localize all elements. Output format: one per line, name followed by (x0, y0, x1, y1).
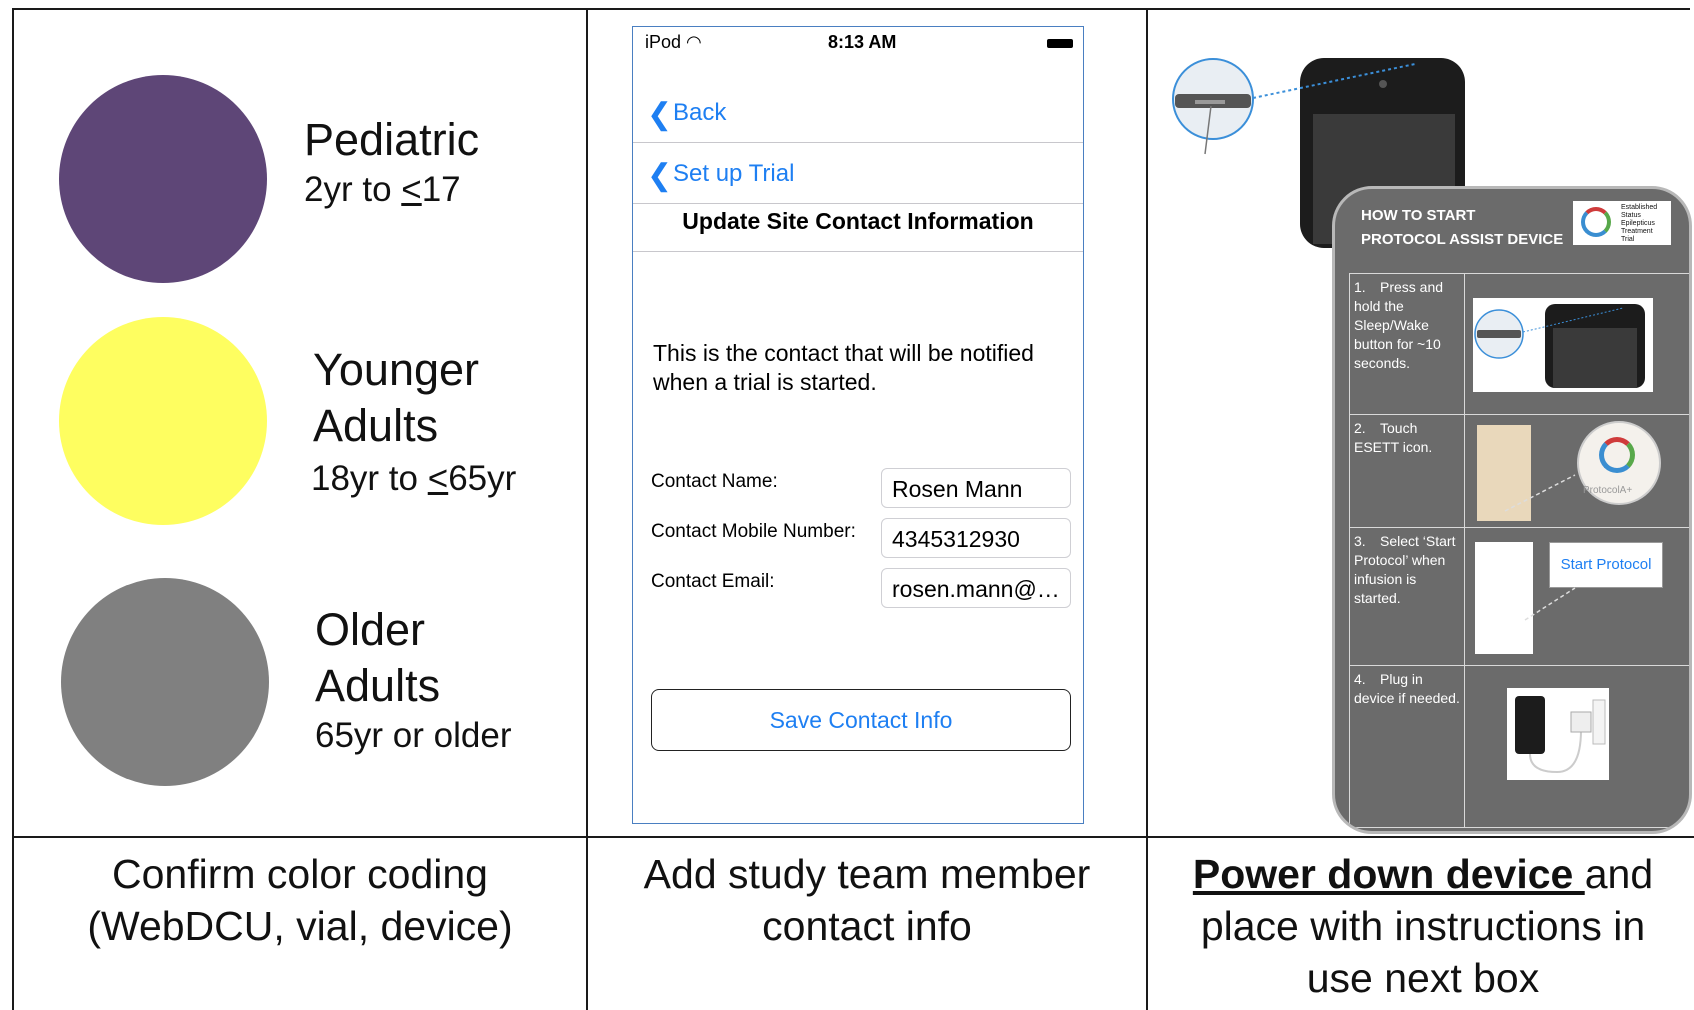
phone-screen: iPod ◠ 8:13 AM ❮ Back ❮ Set up Trial Upd… (632, 26, 1084, 824)
chevron-left-icon: ❮ (647, 98, 673, 131)
contact-email-label: Contact Email: (651, 571, 775, 592)
younger-adults-color-circle (59, 317, 267, 525)
carrier-label: iPod ◠ (645, 32, 702, 52)
caption-contact-info: Add study team member contact info (643, 851, 1091, 949)
esett-app-icon: ProtocolA+ (1577, 421, 1661, 505)
charger-diagram (1507, 688, 1609, 780)
card-title-line2: PROTOCOL ASSIST DEVICE (1361, 231, 1564, 248)
step-3-text: 3. Select ‘Start Protocol’ when infusion … (1349, 527, 1465, 666)
status-bar: iPod ◠ 8:13 AM (633, 27, 1083, 57)
sleep-button-diagram (1473, 298, 1653, 392)
step-2-image: ProtocolA+ (1464, 414, 1689, 528)
status-time: 8:13 AM (828, 32, 897, 52)
contact-name-label: Contact Name: (651, 471, 778, 492)
contact-name-field[interactable]: Rosen Mann (881, 468, 1071, 508)
step-4-image (1464, 665, 1689, 828)
esett-logo-icon (1581, 207, 1611, 237)
caption-power-down: Power down device and place with instruc… (1192, 851, 1654, 1001)
back-nav[interactable]: ❮ Back (633, 82, 1083, 143)
contact-mobile-field[interactable]: 4345312930 (881, 518, 1071, 558)
page-title: Update Site Contact Information (633, 191, 1083, 252)
older-adults-label: Older Adults (315, 604, 441, 711)
step-row: 2. Touch ESETT icon. ProtocolA+ (1349, 414, 1689, 528)
younger-adults-label: Younger Adults (313, 344, 480, 451)
wifi-icon: ◠ (686, 32, 702, 52)
step-row: 4. Plug in device if needed. (1349, 665, 1689, 828)
contact-mobile-label: Contact Mobile Number: (651, 521, 856, 542)
card-title-line1: HOW TO START (1361, 207, 1476, 224)
step-1-image (1464, 273, 1689, 415)
step-3-image: Start Protocol (1464, 527, 1689, 666)
pediatric-color-circle (59, 75, 267, 283)
column-divider-2 (1146, 8, 1148, 1010)
esett-logo: Established Status Epilepticus Treatment Tri… (1573, 201, 1671, 245)
esett-logo-text: Established Status Epilepticus Treatment Tri… (1621, 204, 1658, 243)
pediatric-range: 2yr to <17 (304, 170, 461, 209)
ipod-camera (1379, 80, 1387, 88)
caption-color-coding: Confirm color coding (WebDCU, vial, devi… (87, 851, 513, 949)
contact-note: This is the contact that will be notifie… (653, 340, 1034, 395)
battery-icon (1047, 39, 1073, 48)
younger-adults-range: 18yr to <65yr (311, 459, 517, 498)
step-1-text: 1. Press and hold the Sleep/Wake button f… (1349, 273, 1465, 415)
setup-trial-button[interactable]: Set up Trial (673, 160, 794, 188)
step-row: 1. Press and hold the Sleep/Wake button f… (1349, 273, 1689, 415)
contact-email-field[interactable]: rosen.mann@… (881, 568, 1071, 608)
save-contact-button[interactable]: Save Contact Info (651, 689, 1071, 751)
older-adults-range: 65yr or older (315, 716, 512, 755)
row-divider (12, 836, 1694, 838)
step-4-text: 4. Plug in device if needed. (1349, 665, 1465, 828)
steps-table: 1. Press and hold the Sleep/Wake button f… (1349, 273, 1689, 828)
column-divider-1 (586, 8, 588, 1010)
step-row: 3. Select ‘Start Protocol’ when infusion … (1349, 527, 1689, 666)
pediatric-label: Pediatric (304, 114, 480, 165)
back-button[interactable]: Back (673, 99, 726, 127)
older-adults-color-circle (61, 578, 269, 786)
step-2-text: 2. Touch ESETT icon. (1349, 414, 1465, 528)
instruction-card: HOW TO START PROTOCOL ASSIST DEVICE Esta… (1332, 186, 1692, 834)
power-down-emphasis: Power down device (1192, 851, 1585, 897)
chevron-left-icon: ❮ (647, 159, 673, 192)
